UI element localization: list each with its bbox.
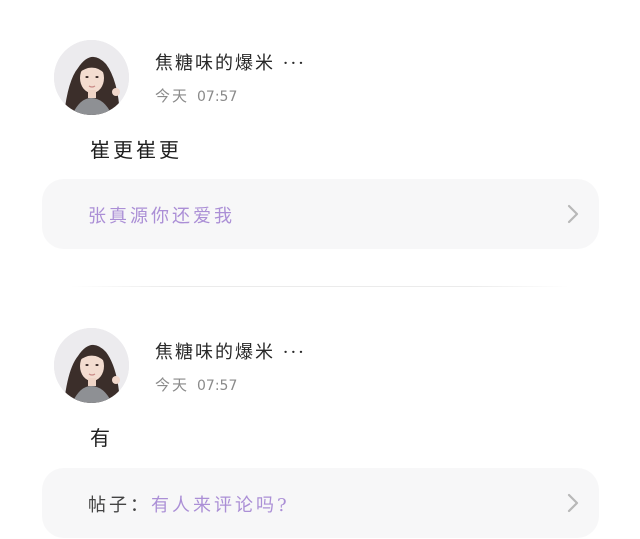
date-label: 今天: [155, 87, 190, 105]
comment-content: 有: [90, 426, 113, 450]
post-link-card[interactable]: 帖子：有人来评论吗?: [42, 468, 599, 538]
time-label: 07:57: [197, 89, 238, 105]
date-label: 今天: [155, 376, 190, 394]
chevron-right-icon: [567, 493, 579, 513]
post-link-prefix: 帖子：: [88, 495, 151, 516]
comment-content: 崔更崔更: [90, 138, 182, 162]
comment-item-2: 焦糖味的爆米 ··· 今天 07:57 有 帖子：有人来评论吗?: [0, 290, 640, 539]
username[interactable]: 焦糖味的爆米 ···: [155, 338, 306, 364]
post-link-title: 张真源你还爱我: [88, 206, 235, 227]
post-link-card[interactable]: 张真源你还爱我: [42, 179, 599, 249]
avatar[interactable]: [54, 40, 129, 115]
divider: [70, 286, 570, 287]
timestamp: 今天 07:57: [155, 374, 237, 395]
comment-item-1: 焦糖味的爆米 ··· 今天 07:57 崔更崔更 张真源你还爱我: [0, 0, 640, 280]
time-label: 07:57: [197, 378, 238, 394]
username[interactable]: 焦糖味的爆米 ···: [155, 49, 306, 75]
post-link-text: 帖子：有人来评论吗?: [88, 491, 290, 517]
post-link-title: 有人来评论吗?: [151, 495, 290, 516]
timestamp: 今天 07:57: [155, 85, 237, 106]
chevron-right-icon: [567, 204, 579, 224]
avatar[interactable]: [54, 328, 129, 403]
post-link-text: 张真源你还爱我: [88, 202, 235, 228]
